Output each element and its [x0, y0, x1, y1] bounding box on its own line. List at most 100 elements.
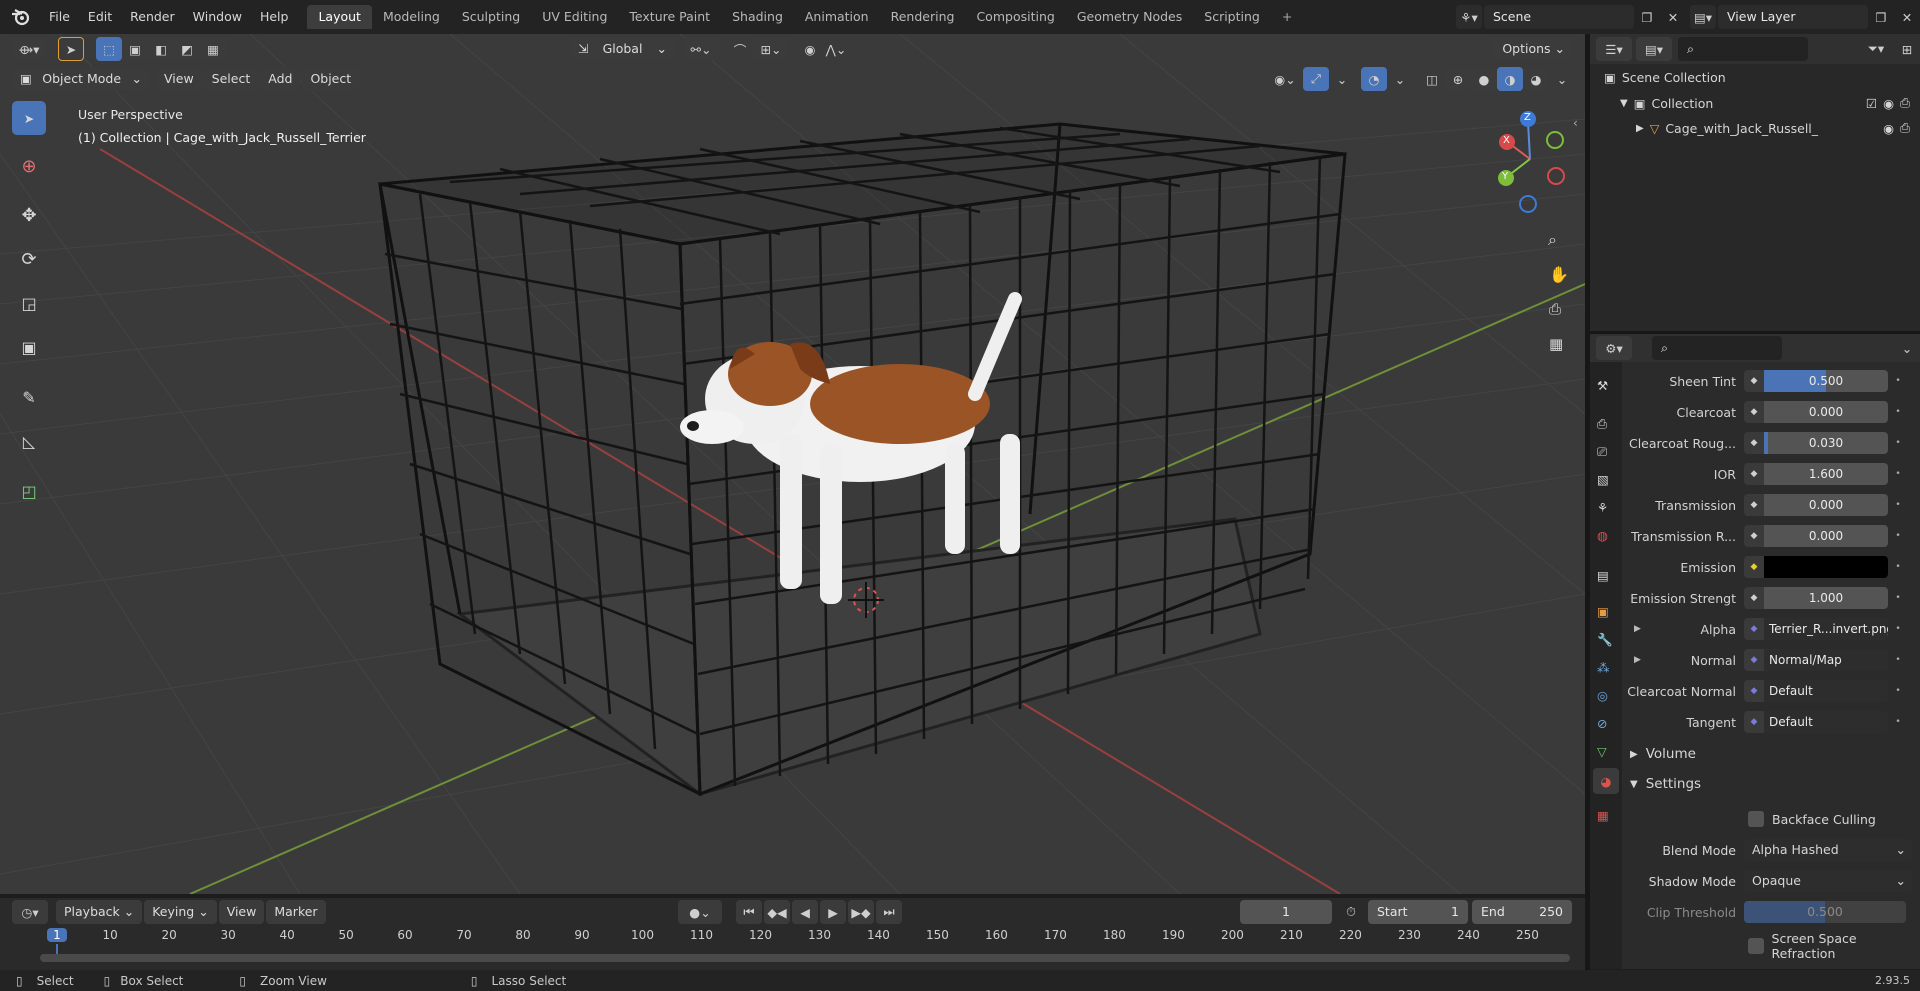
view-layer-selector-icon[interactable]: ▤▾ — [1690, 5, 1716, 29]
add-workspace-icon[interactable]: + — [1271, 5, 1303, 29]
tab-scripting[interactable]: Scripting — [1193, 5, 1271, 29]
proportional-falloff-icon[interactable]: ⋀⌄ — [823, 37, 849, 61]
property-value-field[interactable]: Default — [1764, 680, 1888, 702]
menu-view[interactable]: View — [156, 67, 202, 91]
socket-value-icon[interactable]: ◆ — [1744, 525, 1764, 547]
menu-file[interactable]: File — [40, 0, 79, 34]
select-intersect-icon[interactable]: ▦ — [200, 37, 226, 61]
expand-arrow-icon[interactable]: ▶ — [1634, 624, 1641, 634]
object-tab-icon[interactable]: ▣ — [1597, 604, 1609, 619]
property-value-field[interactable]: 1.600 — [1764, 463, 1888, 485]
socket-value-icon[interactable]: ◆ — [1744, 401, 1764, 423]
tab-compositing[interactable]: Compositing — [965, 5, 1065, 29]
property-value-field[interactable]: 0.500 — [1764, 370, 1888, 392]
shadow-mode-dropdown[interactable]: Opaque ⌄ — [1744, 870, 1912, 892]
outliner-editor-type-icon[interactable]: ☰▾ — [1596, 37, 1632, 61]
new-scene-icon[interactable]: ❐ — [1634, 5, 1660, 29]
sidebar-toggle-icon[interactable]: ‹ — [1573, 116, 1578, 130]
emission-color-field[interactable] — [1764, 556, 1888, 578]
clip-threshold-slider[interactable]: 0.500 — [1744, 901, 1906, 923]
socket-value-icon[interactable]: ◆ — [1744, 370, 1764, 392]
add-cube-tool[interactable]: ◰ — [12, 474, 46, 508]
zoom-icon[interactable]: ⌕ — [1548, 230, 1557, 250]
timeline-scrollbar[interactable] — [40, 954, 1570, 962]
property-value-field[interactable]: 0.000 — [1764, 494, 1888, 516]
select-subtract-icon[interactable]: ◧ — [148, 37, 174, 61]
keyframe-dot-icon[interactable]: • — [1888, 593, 1908, 603]
visibility-icon[interactable]: ◉⌄ — [1267, 67, 1303, 91]
measure-tool[interactable]: ◺ — [12, 424, 46, 458]
socket-link-icon[interactable]: ◆ — [1744, 618, 1764, 640]
gizmo-toggle-icon[interactable]: ⤢ — [1303, 67, 1329, 91]
snap-toggle-icon[interactable]: ⌒ — [727, 37, 753, 61]
annotate-tool[interactable]: ✎ — [12, 380, 46, 414]
material-preview-shading-icon[interactable]: ◑ — [1497, 67, 1523, 91]
property-value-field[interactable]: 0.000 — [1764, 525, 1888, 547]
menu-edit[interactable]: Edit — [79, 0, 121, 34]
physics-tab-icon[interactable]: ◎ — [1597, 688, 1608, 703]
tab-animation[interactable]: Animation — [794, 5, 880, 29]
render-tab-icon[interactable]: ⎙ — [1597, 416, 1607, 432]
xray-toggle-icon[interactable]: ◫ — [1419, 67, 1445, 91]
orientation-dropdown[interactable]: ⇲ Global ⌄ — [570, 37, 675, 61]
scale-tool[interactable]: ◲ — [12, 286, 46, 320]
volume-panel-header[interactable]: ▶ Volume — [1630, 746, 1696, 762]
pan-hand-icon[interactable]: ✋ — [1549, 265, 1569, 284]
tab-modeling[interactable]: Modeling — [372, 5, 451, 29]
eye-icon[interactable]: ◉ — [1883, 96, 1894, 111]
data-tab-icon[interactable]: ▽ — [1597, 744, 1607, 759]
camera-view-icon[interactable]: ⎙ — [1549, 300, 1561, 318]
tab-sculpting[interactable]: Sculpting — [451, 5, 531, 29]
new-collection-icon[interactable]: ⊞ — [1894, 37, 1920, 61]
keyframe-dot-icon[interactable]: • — [1888, 407, 1908, 417]
tab-rendering[interactable]: Rendering — [880, 5, 966, 29]
output-tab-icon[interactable]: ⎚ — [1597, 444, 1607, 460]
keyframe-dot-icon[interactable]: • — [1888, 717, 1908, 727]
outliner-display-mode-icon[interactable]: ▤▾ — [1636, 37, 1672, 61]
material-tab-icon[interactable]: ◕ — [1593, 768, 1619, 794]
collection-row[interactable]: ▼ ▣ Collection ☑ ◉ ⎙ — [1620, 95, 1910, 111]
select-box-tool[interactable]: ➤ — [12, 101, 46, 135]
outliner-search-input[interactable]: ⌕ — [1678, 37, 1808, 61]
texture-tab-icon[interactable]: ▦ — [1597, 808, 1609, 823]
view-layer-tab-icon[interactable]: ▧ — [1597, 472, 1609, 487]
select-extend-icon[interactable]: ▣ — [122, 37, 148, 61]
socket-value-icon[interactable]: ◆ — [1744, 494, 1764, 516]
socket-link-icon[interactable]: ◆ — [1744, 649, 1764, 671]
tab-uv-editing[interactable]: UV Editing — [531, 5, 618, 29]
select-new-icon[interactable]: ⬚ — [96, 37, 122, 61]
shading-dropdown-icon[interactable]: ⌄ — [1549, 67, 1575, 91]
particles-tab-icon[interactable]: ⁂ — [1597, 660, 1610, 675]
solid-shading-icon[interactable]: ● — [1471, 67, 1497, 91]
view-layer-field[interactable]: View Layer — [1718, 5, 1868, 29]
keyframe-dot-icon[interactable]: • — [1888, 531, 1908, 541]
rendered-shading-icon[interactable]: ◕ — [1523, 67, 1549, 91]
object-row[interactable]: ▶ ▽ Cage_with_Jack_Russell_ ◉ ⎙ — [1636, 120, 1910, 136]
properties-editor-type-icon[interactable]: ⚙▾ — [1596, 336, 1632, 360]
delete-scene-icon[interactable]: ✕ — [1660, 5, 1686, 29]
ssr-checkbox[interactable] — [1748, 938, 1764, 954]
gizmo-dropdown-icon[interactable]: ⌄ — [1329, 67, 1355, 91]
property-value-field[interactable]: Normal/Map — [1764, 649, 1888, 671]
eye-icon[interactable]: ◉ — [1883, 121, 1894, 136]
backface-culling-checkbox[interactable] — [1748, 811, 1764, 827]
keyframe-dot-icon[interactable]: • — [1888, 624, 1908, 634]
menu-object[interactable]: Object — [302, 67, 360, 91]
ssr-row[interactable]: Screen Space Refraction — [1748, 931, 1920, 961]
socket-link-icon[interactable]: ◆ — [1744, 680, 1764, 702]
scene-selector-icon[interactable]: ⚘▾ — [1456, 5, 1482, 29]
world-tab-icon[interactable]: ◍ — [1597, 528, 1608, 543]
exclude-checkbox-icon[interactable]: ☑ — [1866, 96, 1877, 111]
playhead-line[interactable] — [56, 944, 58, 954]
properties-search-input[interactable]: ⌕ — [1652, 336, 1782, 360]
ortho-grid-icon[interactable]: ▦ — [1549, 335, 1563, 353]
socket-value-icon[interactable]: ◆ — [1744, 463, 1764, 485]
transform-tool[interactable]: ▣ — [12, 330, 46, 364]
select-invert-icon[interactable]: ◩ — [174, 37, 200, 61]
rotate-tool[interactable]: ⟳ — [12, 242, 46, 276]
settings-panel-header[interactable]: ▼ Settings — [1630, 776, 1701, 792]
property-value-field[interactable]: Default — [1764, 711, 1888, 733]
socket-link-icon[interactable]: ◆ — [1744, 711, 1764, 733]
menu-select[interactable]: Select — [203, 67, 259, 91]
camera-icon[interactable]: ⎙ — [1900, 95, 1910, 111]
